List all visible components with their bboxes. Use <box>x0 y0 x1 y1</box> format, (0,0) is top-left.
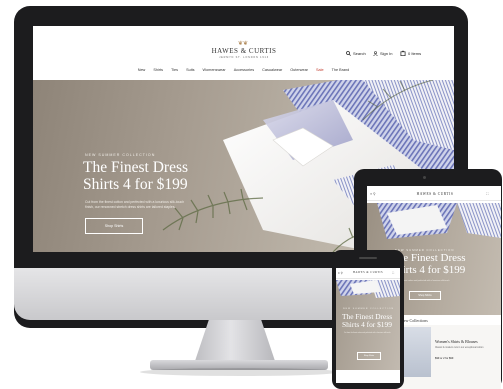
tablet-promo-price: $99 or 2 for $99 <box>435 357 454 360</box>
nav-item-suits[interactable]: Suits <box>186 68 194 78</box>
nav-item-casualwear[interactable]: Casualwear <box>262 68 282 78</box>
nav-item-womenswear[interactable]: Womenswear <box>203 68 226 78</box>
tablet-promo-title: Women's Shirts & Blouses <box>435 339 478 344</box>
phone-hero-kicker: NEW SUMMER COLLECTION <box>343 308 395 310</box>
tablet-promo-card[interactable]: Women's Shirts & Blouses Classic & moder… <box>401 325 501 389</box>
phone-screen: ≡ ⚲ HAWES & CURTIS ⛶ NEW SUMMER COLLECTI… <box>336 268 400 383</box>
phone-hero[interactable]: NEW SUMMER COLLECTION The Finest Dress S… <box>336 280 400 370</box>
nav-item-accessories[interactable]: Accessories <box>234 68 254 78</box>
hero-copy-line2: finish, our renowned stretch dress shirt… <box>85 205 176 209</box>
tablet-bag-icon[interactable]: ⛶ <box>486 192 488 196</box>
hero-title-line1: The Finest Dress <box>83 159 189 176</box>
nav-item-the-brand[interactable]: The Brand <box>332 68 350 78</box>
tablet-brand-logo[interactable]: HAWES & CURTIS <box>407 192 463 196</box>
hero-title-line2: Shirts 4 for $199 <box>83 176 188 193</box>
tablet-promo-image <box>403 327 431 377</box>
main-navigation: New Shirts Ties Suits Womenswear Accesso… <box>33 68 454 78</box>
tablet-shop-shirts-button[interactable]: Shop Shirts <box>409 291 441 300</box>
nav-item-ties[interactable]: Ties <box>171 68 178 78</box>
tablet-menu-icon[interactable]: ≡ ⚲ <box>370 192 376 196</box>
search-label: Search <box>353 51 366 56</box>
nav-item-sale[interactable]: Sale <box>316 68 324 78</box>
user-icon <box>373 51 378 56</box>
signin-label: Sign In <box>380 51 393 56</box>
signin-link[interactable]: Sign In <box>373 51 392 56</box>
imac-shadow <box>140 368 340 376</box>
phone-menu-icon[interactable]: ≡ ⚲ <box>338 271 343 275</box>
tablet-header-divider <box>367 200 501 201</box>
phone-shop-shirts-button[interactable]: Shop Shirts <box>357 352 381 360</box>
nav-item-new[interactable]: New <box>138 68 146 78</box>
phone-hero-copy: Cut from the finest cotton and perfected… <box>344 333 391 334</box>
nav-item-outerwear[interactable]: Outerwear <box>290 68 308 78</box>
phone-header-divider <box>336 278 400 279</box>
bag-link[interactable]: 0 Items <box>400 50 421 56</box>
shopping-bag-icon <box>400 50 406 56</box>
shop-shirts-button[interactable]: Shop Shirts <box>85 218 143 234</box>
brand-logo[interactable]: HAWES & CURTIS <box>201 47 287 55</box>
nav-item-shirts[interactable]: Shirts <box>153 68 163 78</box>
phone-bag-icon[interactable]: ⛶ <box>392 271 394 275</box>
bag-label: 0 Items <box>408 50 422 56</box>
phone-hero-title-line2: Shirts 4 for $199 <box>342 320 392 329</box>
tablet-new-collections-heading: New Collections <box>401 318 428 323</box>
brand-tagline: JERMYN ST. LONDON 1913 <box>219 56 269 59</box>
hero-kicker: NEW SUMMER COLLECTION <box>85 153 156 157</box>
search-link[interactable]: Search <box>346 51 366 56</box>
brand-crest-icon: ❦❦ <box>237 41 249 47</box>
tablet-camera <box>423 176 426 179</box>
search-icon <box>346 51 351 56</box>
phone-brand-logo[interactable]: HAWES & CURTIS <box>350 271 386 274</box>
tablet-promo-copy: Classic & modern cuts in our exceptional… <box>435 347 484 349</box>
phone-speaker <box>359 257 377 259</box>
